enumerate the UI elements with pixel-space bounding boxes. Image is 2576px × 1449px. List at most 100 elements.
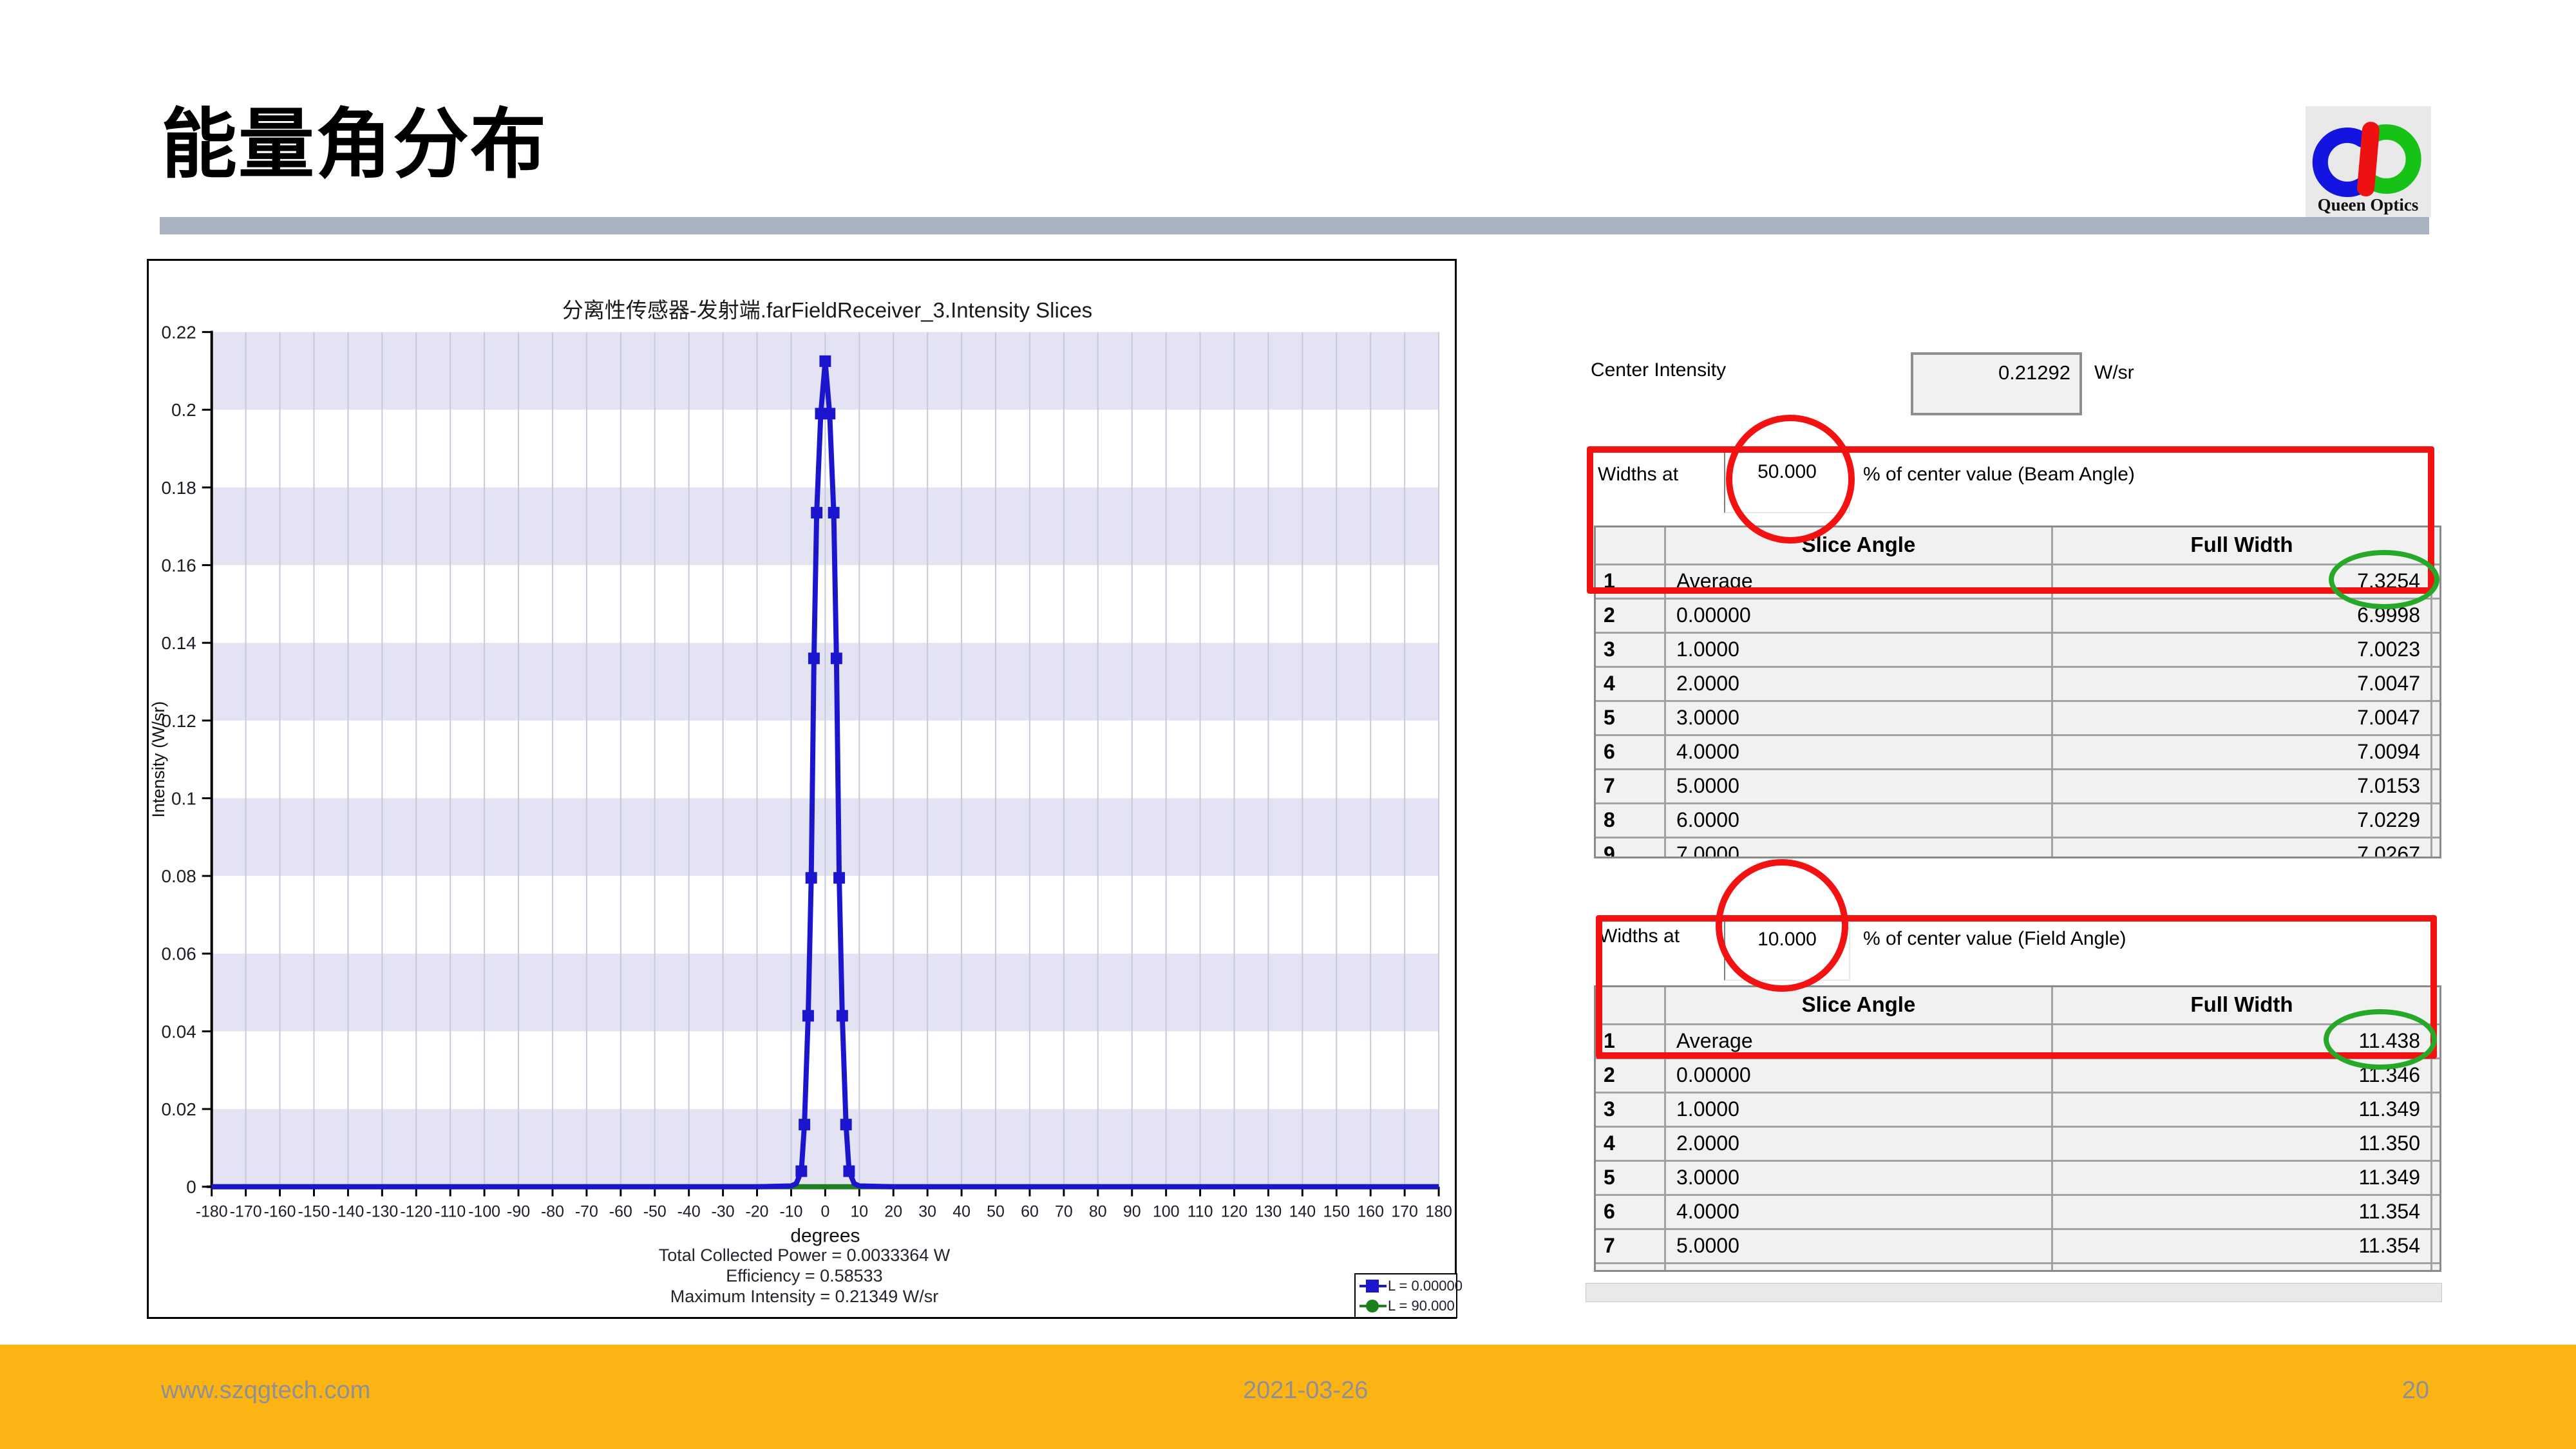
table-cell: [1664, 1264, 2051, 1272]
table-row[interactable]: 20.000006.9998: [1596, 598, 2439, 632]
legend-circle-marker-icon: [1358, 1298, 1388, 1314]
table-cell: [2430, 804, 2439, 837]
table-cell: 11.438: [2051, 1025, 2430, 1057]
table-cell: Average: [1664, 1025, 2051, 1057]
chart-legend: L = 0.00000L = 90.000: [1354, 1273, 1457, 1318]
table-cell: 11.346: [2051, 1059, 2430, 1092]
legend-square-marker-icon: [1358, 1278, 1388, 1294]
table-cell: 3: [1596, 1094, 1664, 1126]
table-cell: 3.0000: [1664, 702, 2051, 734]
table-row[interactable]: 1Average11.438: [1596, 1023, 2439, 1057]
table-row[interactable]: 1Average7.3254: [1596, 564, 2439, 598]
table-cell: 4: [1596, 1128, 1664, 1160]
svg-text:-110: -110: [435, 1203, 466, 1221]
center-intensity-label: Center Intensity: [1591, 359, 1726, 381]
table-cell: 11.354: [2051, 1196, 2430, 1228]
svg-text:150: 150: [1323, 1203, 1350, 1221]
title-underline: [160, 217, 2429, 234]
svg-text:0.22: 0.22: [161, 323, 196, 343]
svg-text:130: 130: [1255, 1203, 1282, 1221]
table-cell: Full Width: [2051, 987, 2430, 1023]
svg-text:0.14: 0.14: [161, 633, 196, 653]
table-cell: 9: [1596, 838, 1664, 858]
svg-text:-30: -30: [712, 1203, 735, 1221]
table-cell: 11.350: [2051, 1128, 2430, 1160]
beam-angle-table: Slice AngleFull Width1Average7.325420.00…: [1594, 526, 2441, 858]
table-header-row: Slice AngleFull Width: [1596, 527, 2439, 564]
table-cell: 4.0000: [1664, 1196, 2051, 1228]
svg-text:160: 160: [1357, 1203, 1384, 1221]
table-cell: [1596, 527, 1664, 564]
table-row[interactable]: 75.00007.0153: [1596, 768, 2439, 802]
table-cell: [2430, 838, 2439, 858]
table-cell: [2051, 1264, 2430, 1272]
table-cell: 11.349: [2051, 1162, 2430, 1194]
logo-monogram-icon: Queen Optics: [2306, 106, 2431, 217]
chart-stat-line: Maximum Intensity = 0.21349 W/sr: [212, 1286, 1397, 1307]
table-row[interactable]: 42.000011.350: [1596, 1126, 2439, 1160]
table-row[interactable]: [1596, 1262, 2439, 1272]
svg-text:-180: -180: [196, 1203, 228, 1221]
table-row[interactable]: 31.000011.349: [1596, 1092, 2439, 1126]
table-cell: 1.0000: [1664, 634, 2051, 666]
table-cell: 2.0000: [1664, 668, 2051, 700]
svg-text:-10: -10: [779, 1203, 802, 1221]
table-row[interactable]: 97.00007.0267: [1596, 837, 2439, 858]
svg-text:140: 140: [1289, 1203, 1316, 1221]
table-cell: 7.0023: [2051, 634, 2430, 666]
field-table-scrollbar[interactable]: [1586, 1283, 2442, 1302]
table-row[interactable]: 20.0000011.346: [1596, 1057, 2439, 1092]
beam-widths-at-label: Widths at: [1598, 464, 1678, 486]
table-cell: 6: [1596, 1196, 1664, 1228]
table-cell: 7.0047: [2051, 668, 2430, 700]
svg-text:80: 80: [1089, 1203, 1107, 1221]
beam-percent-suffix-label: % of center value (Beam Angle): [1863, 464, 2135, 486]
table-cell: 5: [1596, 1162, 1664, 1194]
table-row[interactable]: 86.00007.0229: [1596, 802, 2439, 837]
svg-text:-140: -140: [332, 1203, 364, 1221]
table-row[interactable]: 64.00007.0094: [1596, 734, 2439, 768]
table-cell: 0.00000: [1664, 600, 2051, 632]
table-cell: 2.0000: [1664, 1128, 2051, 1160]
table-row[interactable]: 53.000011.349: [1596, 1160, 2439, 1194]
table-cell: 7: [1596, 770, 1664, 802]
field-widths-at-label: Widths at: [1599, 925, 1680, 947]
table-cell: 0.00000: [1664, 1059, 2051, 1092]
svg-text:-80: -80: [541, 1203, 564, 1221]
svg-text:30: 30: [918, 1203, 936, 1221]
company-logo: Queen Optics: [2306, 106, 2431, 217]
svg-text:-130: -130: [366, 1203, 398, 1221]
logo-text: Queen Optics: [2318, 195, 2419, 214]
svg-text:0: 0: [186, 1177, 196, 1197]
table-cell: 3.0000: [1664, 1162, 2051, 1194]
table-cell: 6: [1596, 736, 1664, 768]
table-cell: Slice Angle: [1664, 527, 2051, 564]
slide: 能量角分布 Queen Optics 分离性传感器-发射端.farFieldRe…: [0, 0, 2576, 1449]
table-cell: [2430, 565, 2439, 598]
table-cell: Slice Angle: [1664, 987, 2051, 1023]
table-cell: [2430, 1230, 2439, 1262]
table-cell: 7.0229: [2051, 804, 2430, 837]
beam-percent-input[interactable]: 50.000: [1724, 451, 1850, 513]
footer-website: www.szqgtech.com: [161, 1377, 370, 1405]
table-cell: 4: [1596, 668, 1664, 700]
center-intensity-value-box: 0.21292: [1911, 352, 2082, 415]
svg-text:180: 180: [1425, 1203, 1452, 1221]
table-cell: [2430, 668, 2439, 700]
table-cell: 7: [1596, 1230, 1664, 1262]
chart-stat-line: Efficiency = 0.58533: [212, 1265, 1397, 1286]
svg-text:-40: -40: [677, 1203, 701, 1221]
table-cell: 1: [1596, 1025, 1664, 1057]
table-row[interactable]: 42.00007.0047: [1596, 666, 2439, 700]
table-cell: 4.0000: [1664, 736, 2051, 768]
table-cell: 2: [1596, 600, 1664, 632]
table-row[interactable]: 31.00007.0023: [1596, 632, 2439, 666]
svg-text:-70: -70: [575, 1203, 598, 1221]
table-row[interactable]: 53.00007.0047: [1596, 700, 2439, 734]
table-cell: [2430, 1059, 2439, 1092]
field-percent-input[interactable]: 10.000: [1724, 918, 1850, 981]
table-row[interactable]: 75.000011.354: [1596, 1228, 2439, 1262]
table-row[interactable]: 64.000011.354: [1596, 1194, 2439, 1228]
svg-text:-120: -120: [400, 1203, 432, 1221]
svg-text:20: 20: [884, 1203, 902, 1221]
